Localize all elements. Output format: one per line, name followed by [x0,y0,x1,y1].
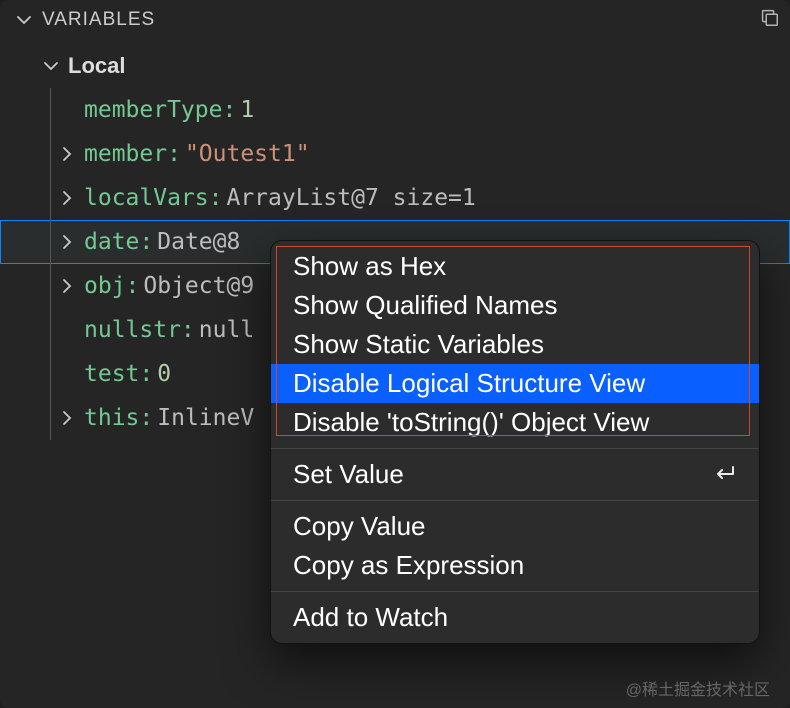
collapse-all-icon[interactable] [758,6,780,34]
menu-item-label: Copy as Expression [293,550,737,581]
menu-item[interactable]: Disable Logical Structure View [271,364,759,403]
menu-item[interactable]: Show Static Variables [271,325,759,364]
chevron-right-icon[interactable] [56,234,78,250]
chevron-right-icon[interactable] [56,278,78,294]
variable-name: this: [84,405,153,431]
menu-item-label: Copy Value [293,511,737,542]
menu-item[interactable]: Show as Hex [271,247,759,286]
variable-row[interactable]: localVars: ArrayList@7 size=1 [0,176,790,220]
menu-separator [271,448,759,449]
variable-value: Date@8 [157,229,240,255]
menu-item[interactable]: Add to Watch [271,598,759,637]
scope-label: Local [68,53,125,79]
header-title: VARIABLES [42,9,155,31]
variable-value: 0 [157,361,171,387]
variable-row[interactable]: member: "Outest1" [0,132,790,176]
variable-name: memberType: [84,97,236,123]
variable-value: 1 [240,97,254,123]
variable-name: obj: [84,273,139,299]
chevron-right-icon[interactable] [56,410,78,426]
enter-key-icon [711,459,737,490]
variable-name: localVars: [84,185,222,211]
variable-value: null [199,317,254,343]
menu-item-label: Disable 'toString()' Object View [293,407,737,438]
chevron-right-icon[interactable] [56,146,78,162]
menu-item[interactable]: Show Qualified Names [271,286,759,325]
variable-name: nullstr: [84,317,195,343]
variable-value: Object@9 [143,273,254,299]
menu-item[interactable]: Copy as Expression [271,546,759,585]
panel-header[interactable]: VARIABLES [0,0,790,40]
watermark: @稀土掘金技术社区 [626,676,770,700]
menu-item[interactable]: Copy Value [271,507,759,546]
variable-name: test: [84,361,153,387]
menu-item[interactable]: Set Value [271,455,759,494]
variable-value: ArrayList@7 size=1 [226,185,475,211]
variable-name: date: [84,229,153,255]
chevron-right-icon[interactable] [56,190,78,206]
scope-local[interactable]: Local [0,44,790,88]
menu-item-label: Show as Hex [293,251,737,282]
menu-item-label: Show Qualified Names [293,290,737,321]
chevron-down-icon [16,12,32,28]
menu-item-label: Set Value [293,459,711,490]
variable-value: InlineV [157,405,254,431]
context-menu: Show as Hex Show Qualified Names Show Stat… [270,240,760,644]
menu-item-label: Disable Logical Structure View [293,368,737,399]
menu-separator [271,591,759,592]
menu-item[interactable]: Disable 'toString()' Object View [271,403,759,442]
variable-value: "Outest1" [185,141,310,167]
variable-name: member: [84,141,181,167]
menu-item-label: Add to Watch [293,602,737,633]
menu-item-label: Show Static Variables [293,329,737,360]
variable-row[interactable]: memberType: 1 [0,88,790,132]
menu-separator [271,500,759,501]
chevron-down-icon [40,58,62,74]
